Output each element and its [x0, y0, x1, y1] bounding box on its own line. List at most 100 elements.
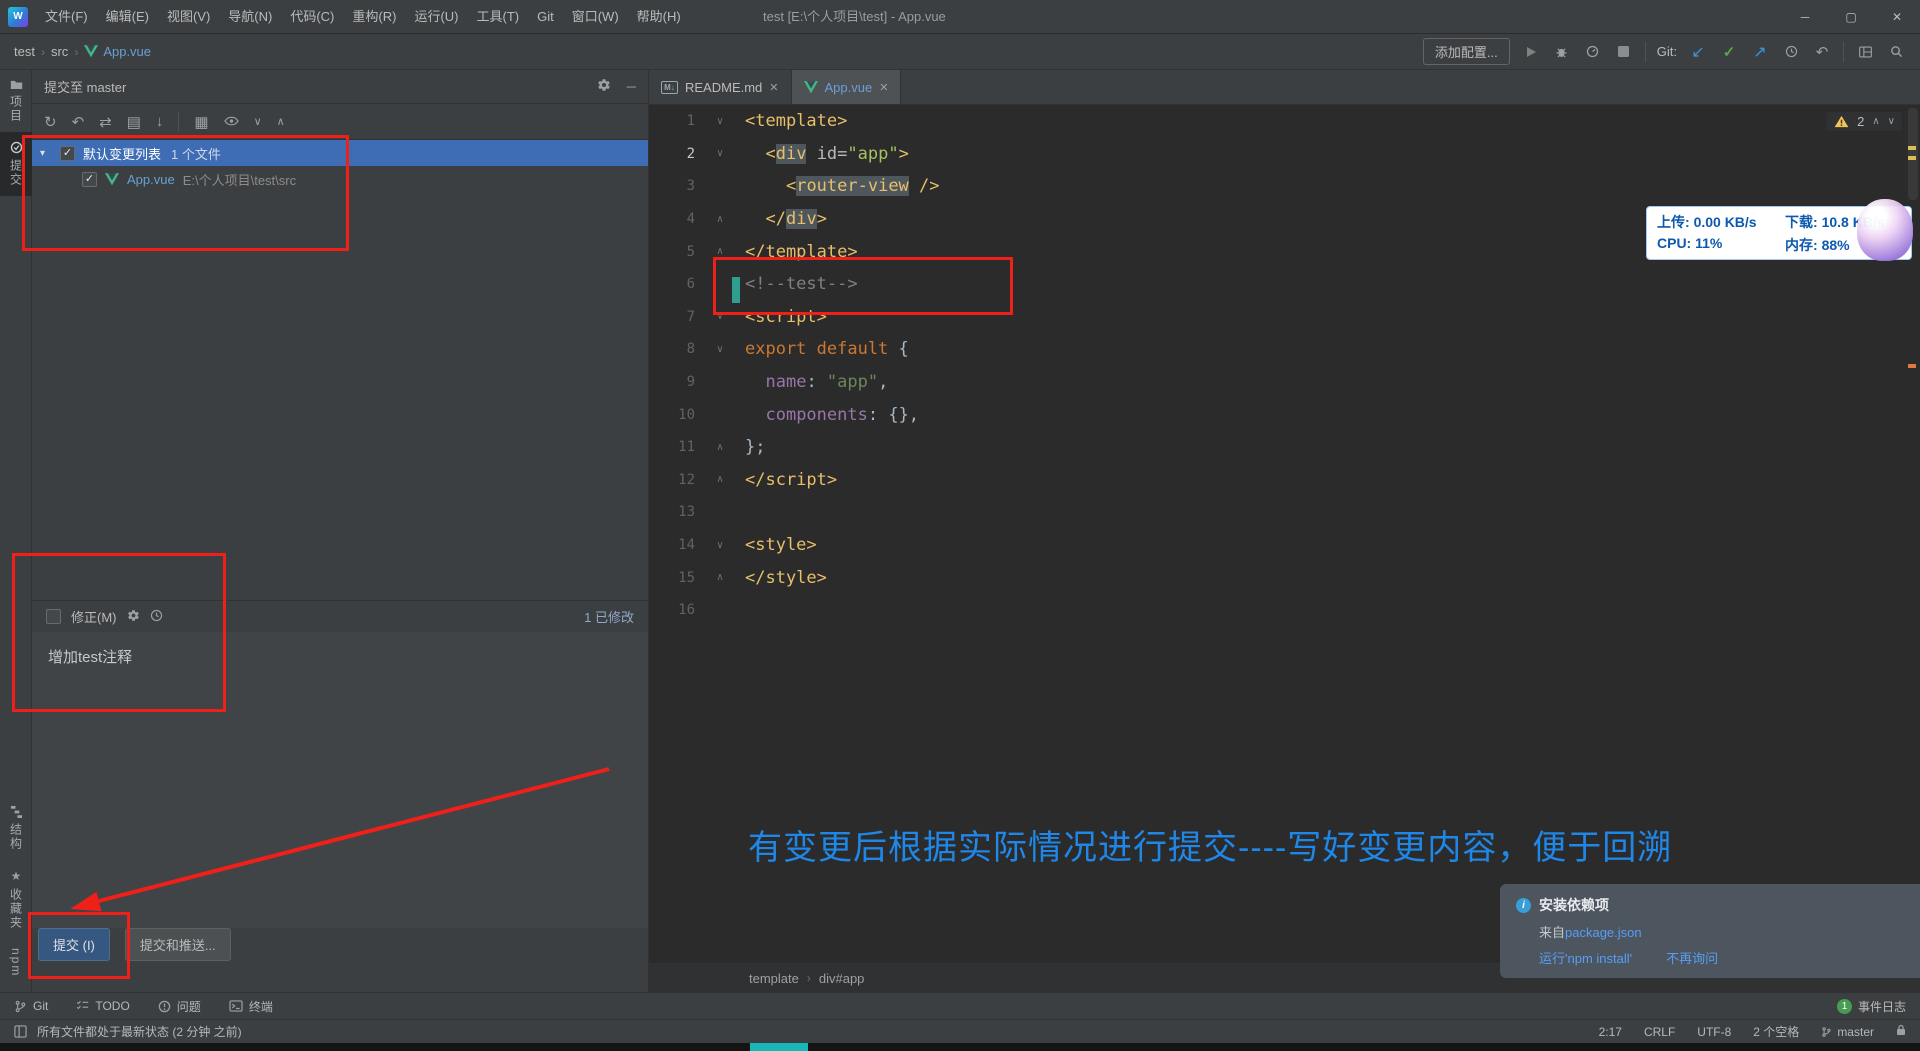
warning-stripe-mark[interactable]	[1908, 146, 1916, 150]
breadcrumb-src[interactable]: src	[51, 44, 68, 59]
breadcrumb-div-app[interactable]: div#app	[819, 971, 865, 986]
code-line-7[interactable]: 7 ∨ <script>	[649, 301, 1920, 334]
profiler-icon[interactable]	[1583, 42, 1603, 62]
menu-item-2[interactable]: 编辑(E)	[97, 0, 158, 34]
stop-icon[interactable]	[1614, 42, 1634, 62]
close-tab-icon[interactable]: ✕	[879, 81, 888, 94]
package-json-link[interactable]: package.json	[1565, 925, 1642, 940]
close-tab-icon[interactable]: ✕	[769, 81, 778, 94]
fold-marker-icon[interactable]: ∧	[695, 442, 745, 453]
stripe-item-structure[interactable]: 结构	[0, 796, 32, 860]
menu-item-6[interactable]: 重构(R)	[343, 0, 405, 34]
minimize-button[interactable]: ─	[1782, 0, 1828, 34]
patch-icon[interactable]: ↓	[156, 113, 164, 130]
warning-stripe-mark[interactable]	[1908, 364, 1916, 368]
tab-readme[interactable]: M↓ README.md ✕	[649, 70, 792, 104]
prev-warning-icon[interactable]: ∧	[1872, 116, 1879, 127]
menu-item-5[interactable]: 代码(C)	[281, 0, 343, 34]
stripe-item-commit[interactable]: 提交	[0, 132, 32, 196]
shelve-icon[interactable]: ⇄	[99, 113, 112, 131]
group-by-icon[interactable]: ▦	[194, 113, 208, 131]
lock-icon[interactable]	[1896, 1024, 1906, 1039]
caret-position[interactable]: 2:17	[1599, 1025, 1622, 1039]
toolwindow-git[interactable]: Git	[14, 999, 48, 1013]
add-configuration-button[interactable]: 添加配置...	[1422, 38, 1510, 65]
fold-marker-icon[interactable]: ∨	[695, 540, 745, 551]
changelist-checkbox[interactable]: ✓	[60, 145, 75, 161]
code-line-12[interactable]: 12 ∧ </script>	[649, 464, 1920, 497]
code-line-13[interactable]: 13	[649, 496, 1920, 529]
stripe-item-project[interactable]: 项目	[0, 70, 32, 132]
git-push-icon[interactable]: ↗	[1750, 42, 1770, 62]
code-line-15[interactable]: 15 ∧ </style>	[649, 561, 1920, 594]
maximize-button[interactable]: ▢	[1828, 0, 1874, 34]
dismiss-link[interactable]: 不再询问	[1666, 951, 1718, 966]
code-line-1[interactable]: 1 ∨ <template>	[649, 105, 1920, 138]
indent-setting[interactable]: 2 个空格	[1753, 1023, 1799, 1040]
code-line-14[interactable]: 14 ∨ <style>	[649, 529, 1920, 562]
expand-all-icon[interactable]: ∨	[254, 115, 262, 128]
amend-checkbox[interactable]: ✓	[46, 609, 61, 624]
menu-item-4[interactable]: 导航(N)	[219, 0, 281, 34]
layout-icon[interactable]	[1855, 42, 1875, 62]
debug-icon[interactable]	[1552, 42, 1572, 62]
fold-marker-icon[interactable]: ∨	[695, 148, 745, 159]
run-button[interactable]	[1521, 42, 1541, 62]
close-button[interactable]: ✕	[1874, 0, 1920, 34]
inspections-widget[interactable]: 2 ∧ ∨	[1827, 112, 1902, 131]
fold-marker-icon[interactable]: ∧	[695, 214, 745, 225]
git-commit-icon[interactable]: ✓	[1719, 42, 1739, 62]
breadcrumb-template[interactable]: template	[749, 971, 799, 986]
rollback-icon[interactable]: ↶	[72, 113, 85, 131]
search-icon[interactable]	[1886, 42, 1906, 62]
commit-and-push-button[interactable]: 提交和推送...	[124, 928, 231, 961]
next-warning-icon[interactable]: ∨	[1888, 116, 1895, 127]
code-line-11[interactable]: 11 ∧};	[649, 431, 1920, 464]
code-line-16[interactable]: 16	[649, 594, 1920, 627]
history-clock-icon[interactable]	[150, 609, 163, 625]
history-clock-icon[interactable]	[1781, 42, 1801, 62]
menu-item-10[interactable]: 窗口(W)	[563, 0, 628, 34]
toolwindow-toggle-icon[interactable]	[14, 1025, 27, 1038]
code-line-3[interactable]: 3 <router-view />	[649, 170, 1920, 203]
menu-item-3[interactable]: 视图(V)	[158, 0, 219, 34]
breadcrumb-project[interactable]: test	[14, 44, 35, 59]
warning-stripe-mark[interactable]	[1908, 156, 1916, 160]
fold-marker-icon[interactable]: ∨	[695, 116, 745, 127]
toolwindow-problems[interactable]: 问题	[158, 998, 201, 1015]
changelist-icon[interactable]: ▤	[127, 113, 141, 131]
menu-item-9[interactable]: Git	[528, 0, 563, 34]
hide-panel-icon[interactable]: ─	[627, 79, 636, 94]
fold-marker-icon[interactable]: ∧	[695, 572, 745, 583]
line-separator[interactable]: CRLF	[1644, 1025, 1675, 1039]
toolwindow-terminal[interactable]: 终端	[229, 998, 273, 1015]
menu-item-11[interactable]: 帮助(H)	[628, 0, 690, 34]
notification-balloon[interactable]: i 安装依赖项 来自package.json 运行'npm install' 不再…	[1500, 884, 1920, 978]
commit-message-input[interactable]: 增加test注释	[32, 632, 648, 928]
collapse-all-icon[interactable]: ∧	[277, 115, 285, 128]
fold-marker-icon[interactable]: ∨	[695, 311, 745, 322]
refresh-icon[interactable]: ↻	[44, 113, 57, 131]
stripe-item-npm[interactable]: npm	[0, 939, 32, 986]
code-line-9[interactable]: 9 name: "app",	[649, 366, 1920, 399]
fold-marker-icon[interactable]: ∧	[695, 246, 745, 257]
run-npm-install-link[interactable]: 运行'npm install'	[1539, 951, 1632, 966]
menu-item-1[interactable]: 文件(F)	[36, 0, 97, 34]
file-encoding[interactable]: UTF-8	[1697, 1025, 1731, 1039]
menu-item-8[interactable]: 工具(T)	[467, 0, 528, 34]
toolwindow-todo[interactable]: TODO	[76, 999, 130, 1013]
git-branch-widget[interactable]: master	[1821, 1025, 1874, 1039]
fold-marker-icon[interactable]: ∨	[695, 344, 745, 355]
stripe-item-favorites[interactable]: ★ 收藏夹	[0, 860, 32, 939]
commit-options-gear-icon[interactable]	[127, 609, 140, 625]
git-update-icon[interactable]: ↙	[1688, 42, 1708, 62]
editor-scrollbar[interactable]	[1908, 108, 1918, 200]
event-log[interactable]: 1 事件日志	[1836, 998, 1906, 1015]
gear-icon[interactable]	[597, 78, 611, 95]
file-checkbox[interactable]: ✓	[82, 171, 97, 187]
file-row[interactable]: ✓ App.vue E:\个人项目\test\src	[32, 166, 648, 192]
preview-eye-icon[interactable]	[223, 113, 239, 130]
code-line-6[interactable]: 6 <!--test-->	[649, 268, 1920, 304]
menu-item-7[interactable]: 运行(U)	[405, 0, 467, 34]
breadcrumb-file[interactable]: App.vue	[84, 44, 151, 59]
